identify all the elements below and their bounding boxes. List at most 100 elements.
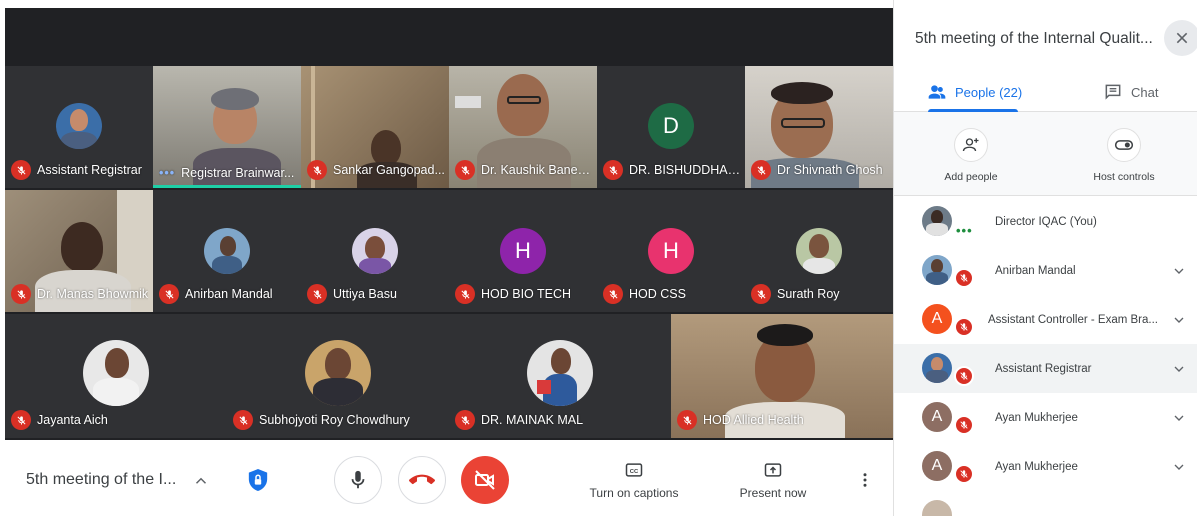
svg-text:CC: CC — [630, 469, 639, 475]
video-grid: Assistant Registrar ••• Registrar Brainw… — [5, 8, 893, 440]
participant-namebar: HOD BIO TECH — [455, 284, 593, 304]
list-item[interactable]: A Assistant Controller - Exam Bra... — [894, 295, 1197, 344]
participant-tile[interactable]: Dr. Kaushik Banerj... — [449, 66, 597, 188]
closed-captions-icon: CC — [625, 463, 643, 477]
participant-namebar: Subhojyoti Roy Chowdhury — [233, 410, 445, 430]
call-control-bar: 5th meeting of the I... CC Turn on capti… — [0, 442, 893, 516]
mic-off-icon — [307, 160, 327, 180]
mic-off-icon — [603, 160, 623, 180]
chevron-down-icon[interactable] — [1171, 361, 1187, 377]
chevron-up-icon[interactable] — [192, 472, 210, 490]
participant-name: Sankar Gangopad... — [333, 163, 445, 177]
participant-name: HOD CSS — [629, 287, 686, 301]
participant-name: Registrar Brainwar... — [181, 166, 295, 180]
participant-name: Uttiya Basu — [333, 287, 397, 301]
participant-tile[interactable]: ••• Registrar Brainwar... — [153, 66, 301, 188]
more-options-icon[interactable] — [856, 470, 874, 490]
panel-tabs: People (22) Chat — [894, 72, 1197, 112]
chevron-down-icon[interactable] — [1171, 459, 1187, 475]
avatar-letter: A — [931, 310, 943, 327]
participant-name: Ayan Mukherjee — [995, 461, 1078, 473]
participant-tile[interactable]: Anirban Mandal — [153, 190, 301, 312]
list-item[interactable] — [894, 491, 1197, 516]
chat-icon — [1105, 84, 1121, 100]
close-panel-button[interactable] — [1164, 20, 1197, 56]
participant-tile[interactable]: DR. MAINAK MAL — [449, 314, 671, 438]
participant-avatar: A — [922, 304, 952, 334]
participant-avatar — [796, 228, 842, 274]
chevron-down-icon[interactable] — [1171, 263, 1187, 279]
close-icon — [1176, 32, 1188, 44]
meeting-details-label[interactable]: 5th meeting of the I... — [26, 471, 176, 489]
participant-avatar: A — [922, 402, 952, 432]
participant-namebar: HOD Allied Health — [677, 410, 889, 430]
participant-avatar — [922, 206, 952, 236]
participant-namebar: Anirban Mandal — [159, 284, 297, 304]
present-now-button[interactable]: Present now — [732, 460, 814, 500]
participant-tile[interactable]: H HOD CSS — [597, 190, 745, 312]
avatar-letter: H — [663, 238, 679, 263]
mic-off-icon — [11, 410, 31, 430]
mic-off-icon — [954, 366, 974, 386]
participant-tile[interactable]: Jayanta Aich — [5, 314, 227, 438]
avatar-letter: A — [931, 408, 943, 425]
add-people-button[interactable]: Add people — [936, 128, 1006, 183]
add-person-icon — [962, 138, 979, 152]
participant-namebar: Dr. Manas Bhowmik — [11, 284, 149, 304]
list-item[interactable]: ••• Director IQAC (You) — [894, 197, 1197, 246]
participant-list: ••• Director IQAC (You) Anirban Mandal A… — [894, 197, 1197, 516]
mic-off-icon — [307, 284, 327, 304]
participant-name: Ayan Mukherjee — [995, 412, 1078, 424]
participant-name: HOD BIO TECH — [481, 287, 572, 301]
participant-avatar: D — [648, 103, 694, 149]
participant-tile[interactable]: Assistant Registrar — [5, 66, 153, 188]
participant-tile[interactable]: H HOD BIO TECH — [449, 190, 597, 312]
camera-toggle-button[interactable] — [461, 456, 509, 504]
participant-namebar: Uttiya Basu — [307, 284, 445, 304]
host-controls-button[interactable]: Host controls — [1084, 128, 1164, 183]
mic-off-icon — [603, 284, 623, 304]
speaking-indicator-icon: ••• — [159, 166, 176, 180]
leave-call-button[interactable] — [398, 456, 446, 504]
host-controls-circle — [1107, 128, 1141, 162]
chevron-down-icon[interactable] — [1171, 410, 1187, 426]
participant-namebar: DR. MAINAK MAL — [455, 410, 667, 430]
participant-namebar: ••• Registrar Brainwar... — [159, 166, 297, 180]
panel-actions: Add people Host controls — [894, 112, 1197, 196]
mic-off-icon — [954, 415, 974, 435]
participant-avatar: A — [922, 451, 952, 481]
host-controls-label: Host controls — [1093, 171, 1155, 183]
participant-tile[interactable]: Uttiya Basu — [301, 190, 449, 312]
list-item[interactable]: Assistant Registrar — [894, 344, 1197, 393]
participant-name: Assistant Registrar — [37, 163, 142, 177]
tab-people[interactable]: People (22) — [927, 72, 1022, 112]
participant-avatar — [922, 255, 952, 285]
captions-button[interactable]: CC Turn on captions — [585, 460, 683, 500]
participant-tile[interactable]: Dr. Manas Bhowmik — [5, 190, 153, 312]
participant-tile[interactable]: Dr Shivnath Ghosh — [745, 66, 893, 188]
participant-tile[interactable]: Subhojyoti Roy Chowdhury — [227, 314, 449, 438]
microphone-button[interactable] — [334, 456, 382, 504]
participant-tile[interactable]: Sankar Gangopad... — [301, 66, 449, 188]
add-people-label: Add people — [944, 171, 998, 183]
participant-avatar — [922, 500, 952, 516]
mic-off-icon — [677, 410, 697, 430]
tab-chat[interactable]: Chat — [1103, 72, 1158, 112]
participant-tile[interactable]: D DR. BISHUDDHAN... — [597, 66, 745, 188]
list-item[interactable]: A Ayan Mukherjee — [894, 442, 1197, 491]
panel-header: 5th meeting of the Internal Qualit... — [894, 0, 1197, 70]
list-item[interactable]: A Ayan Mukherjee — [894, 393, 1197, 442]
participant-name: HOD Allied Health — [703, 413, 804, 427]
participant-tile[interactable]: HOD Allied Health — [671, 314, 893, 438]
mic-off-icon — [11, 284, 31, 304]
toggle-icon — [1114, 140, 1134, 150]
participant-name: Dr. Manas Bhowmik — [37, 287, 149, 301]
list-item[interactable]: Anirban Mandal — [894, 246, 1197, 295]
tab-chat-label: Chat — [1131, 84, 1159, 100]
captions-label: Turn on captions — [589, 486, 679, 500]
chevron-down-icon[interactable] — [1171, 312, 1187, 328]
participant-name: Dr Shivnath Ghosh — [777, 163, 883, 177]
shield-icon[interactable] — [247, 468, 269, 492]
participant-name: DR. MAINAK MAL — [481, 413, 584, 427]
participant-tile[interactable]: Surath Roy — [745, 190, 893, 312]
